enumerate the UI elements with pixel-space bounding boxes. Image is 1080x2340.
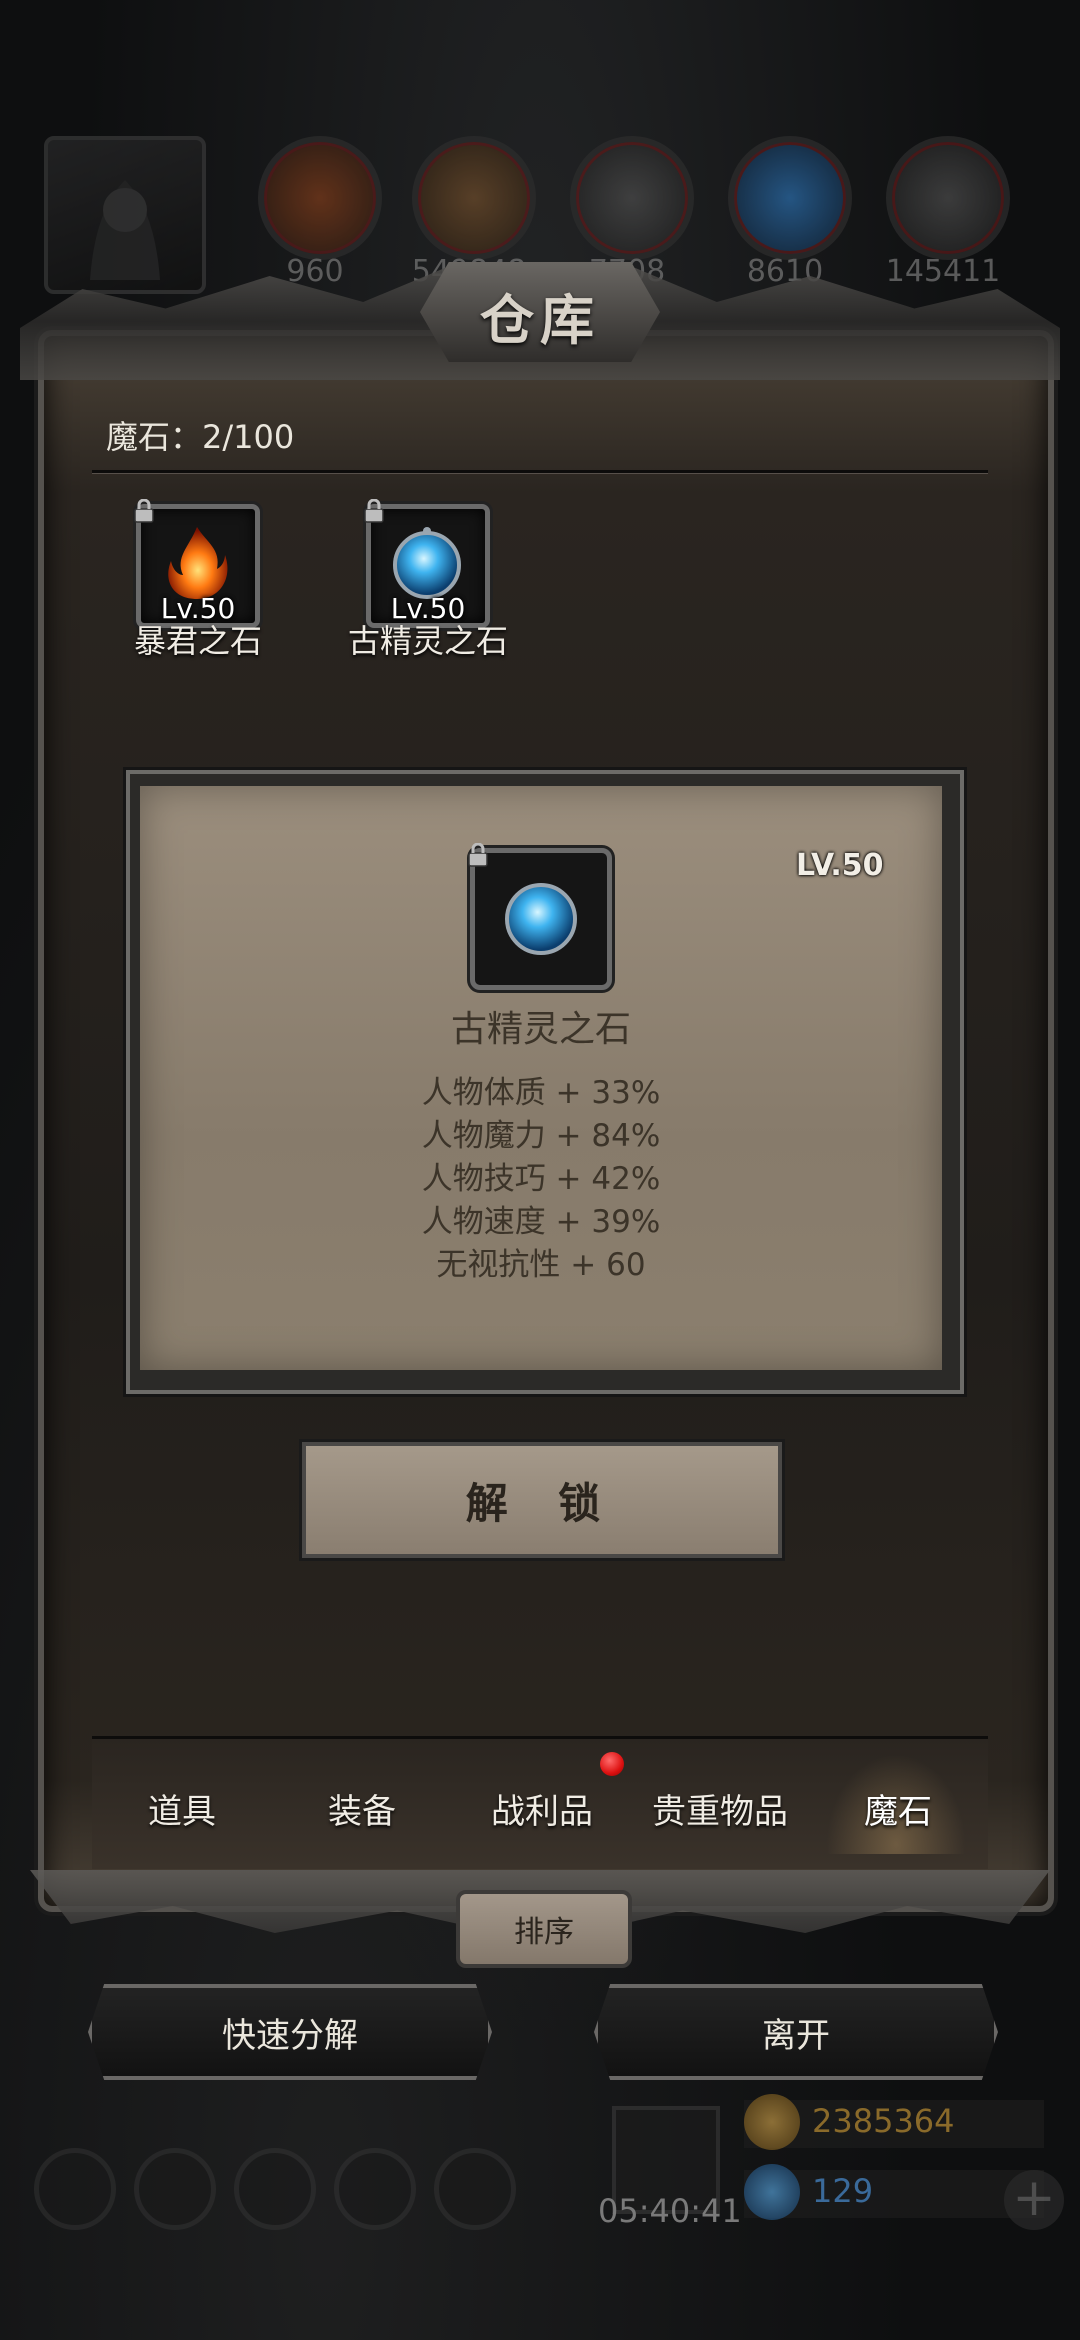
crystal-icon: [728, 136, 852, 260]
settings-icon[interactable]: [34, 2148, 116, 2230]
gold-coin-icon: [744, 2094, 800, 2150]
blue-orb-icon: [505, 883, 577, 955]
quick-decompose-button[interactable]: 快速分解: [88, 1984, 492, 2080]
stat-line: 人物体质 + 33%: [421, 1075, 661, 1111]
tab-magic-stones[interactable]: 魔石: [808, 1784, 988, 1833]
detail-item-icon: [468, 843, 612, 990]
lock-icon: [364, 499, 384, 523]
sort-button[interactable]: 排序: [456, 1890, 632, 1968]
gift-timer: 05:40:41: [598, 2192, 742, 2230]
stat-line: 无视抗性 + 60: [436, 1247, 646, 1283]
lock-icon: [134, 499, 154, 523]
castle-icon[interactable]: [234, 2148, 316, 2230]
lock-icon: [468, 843, 488, 867]
hooded-figure-icon: [90, 180, 160, 280]
add-currency-icon[interactable]: +: [1004, 2170, 1064, 2230]
gold-amount: 2385364: [812, 2102, 955, 2140]
item-slot-ancient-elf-stone[interactable]: Lv.50: [364, 499, 490, 628]
notification-dot: [600, 1752, 624, 1776]
unlock-button[interactable]: 解 锁: [302, 1442, 782, 1558]
handshake-icon[interactable]: [434, 2148, 516, 2230]
item-name: 古精灵之石: [347, 622, 508, 660]
divider: [92, 470, 988, 474]
stone-icon: [886, 136, 1010, 260]
wood-icon: [412, 136, 536, 260]
gem-amount: 129: [812, 2172, 874, 2210]
tab-valuables[interactable]: 贵重物品: [630, 1784, 810, 1833]
gem-icon: [744, 2164, 800, 2220]
meat-icon: [258, 136, 382, 260]
tab-loot[interactable]: 战利品: [452, 1784, 632, 1833]
item-name: 暴君之石: [133, 622, 262, 660]
leave-button[interactable]: 离开: [594, 1984, 998, 2080]
stat-line: 人物魔力 + 84%: [421, 1118, 661, 1154]
detail-item-name: 古精灵之石: [450, 1009, 631, 1050]
avatar[interactable]: [44, 136, 206, 294]
item-count: 魔石：2/100: [106, 418, 295, 456]
tab-items[interactable]: 道具: [92, 1784, 272, 1833]
resource-value: 145411: [885, 254, 1001, 289]
tab-equipment[interactable]: 装备: [272, 1784, 452, 1833]
shield-icon[interactable]: [134, 2148, 216, 2230]
page-title: 仓库: [480, 289, 600, 352]
stat-line: 人物速度 + 39%: [421, 1204, 661, 1240]
iron-icon: [570, 136, 694, 260]
detail-level: LV.50: [796, 848, 884, 883]
item-slot-tyrant-stone[interactable]: Lv.50: [134, 499, 260, 628]
stat-line: 人物技巧 + 42%: [421, 1161, 661, 1197]
stat-list: 人物体质 + 33% 人物魔力 + 84% 人物技巧 + 42% 人物速度 + …: [140, 1072, 942, 1287]
mail-icon[interactable]: [334, 2148, 416, 2230]
